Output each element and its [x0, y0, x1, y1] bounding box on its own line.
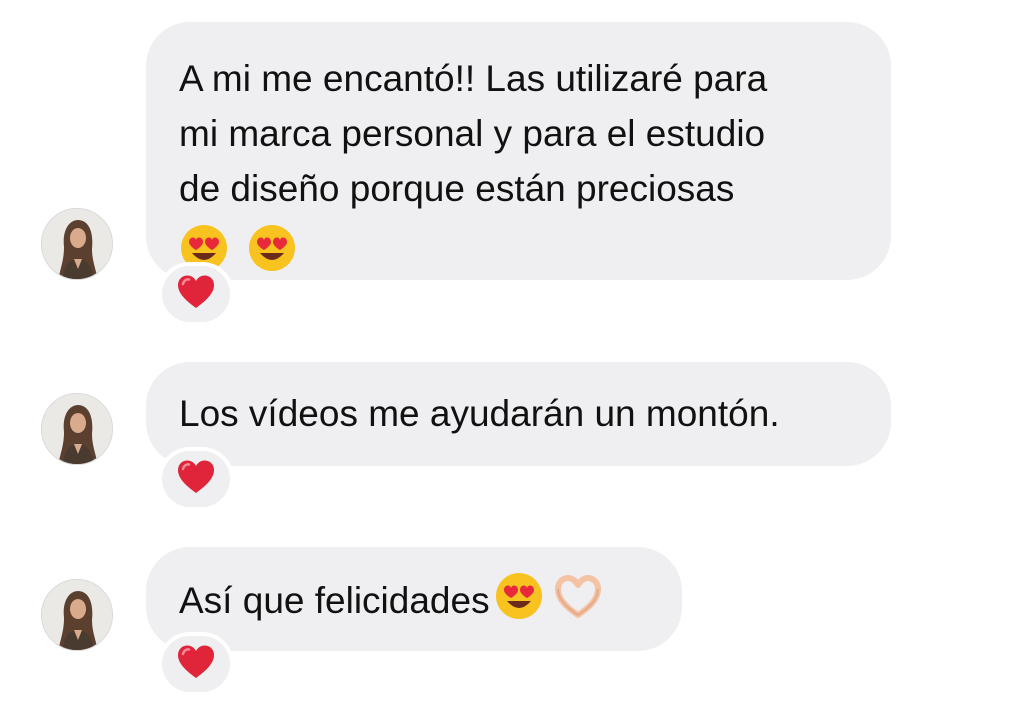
reaction-badge[interactable] — [158, 262, 234, 326]
message-text: Así que felicidades — [179, 580, 490, 621]
sender-avatar[interactable] — [41, 579, 113, 651]
message-bubble[interactable]: Así que felicidades — [146, 547, 682, 651]
red-heart-icon — [177, 645, 215, 684]
heart-eyes-emoji — [247, 223, 297, 273]
message-bubble[interactable]: A mi me encantó!! Las utilizaré para mi … — [146, 22, 891, 280]
message-text-line: Así que felicidades — [179, 571, 682, 628]
reaction-badge[interactable] — [158, 447, 234, 511]
heart-hands-emoji — [552, 575, 604, 621]
red-heart-icon — [177, 460, 215, 499]
sender-avatar[interactable] — [41, 208, 113, 280]
red-heart-icon — [177, 275, 215, 314]
message-text-line: Los vídeos me ayudarán un montón. — [179, 393, 780, 434]
chat-thread: A mi me encantó!! Las utilizaré para mi … — [0, 0, 1024, 711]
message-text-line: de diseño porque están preciosas — [179, 168, 735, 209]
emoji-row — [179, 218, 891, 273]
heart-eyes-emoji — [494, 571, 544, 621]
reaction-badge[interactable] — [158, 632, 234, 696]
message-bubble[interactable]: Los vídeos me ayudarán un montón. — [146, 362, 891, 466]
message-text-line: mi marca personal y para el estudio — [179, 113, 766, 154]
message-text-line: A mi me encantó!! Las utilizaré para — [179, 58, 768, 99]
sender-avatar[interactable] — [41, 393, 113, 465]
